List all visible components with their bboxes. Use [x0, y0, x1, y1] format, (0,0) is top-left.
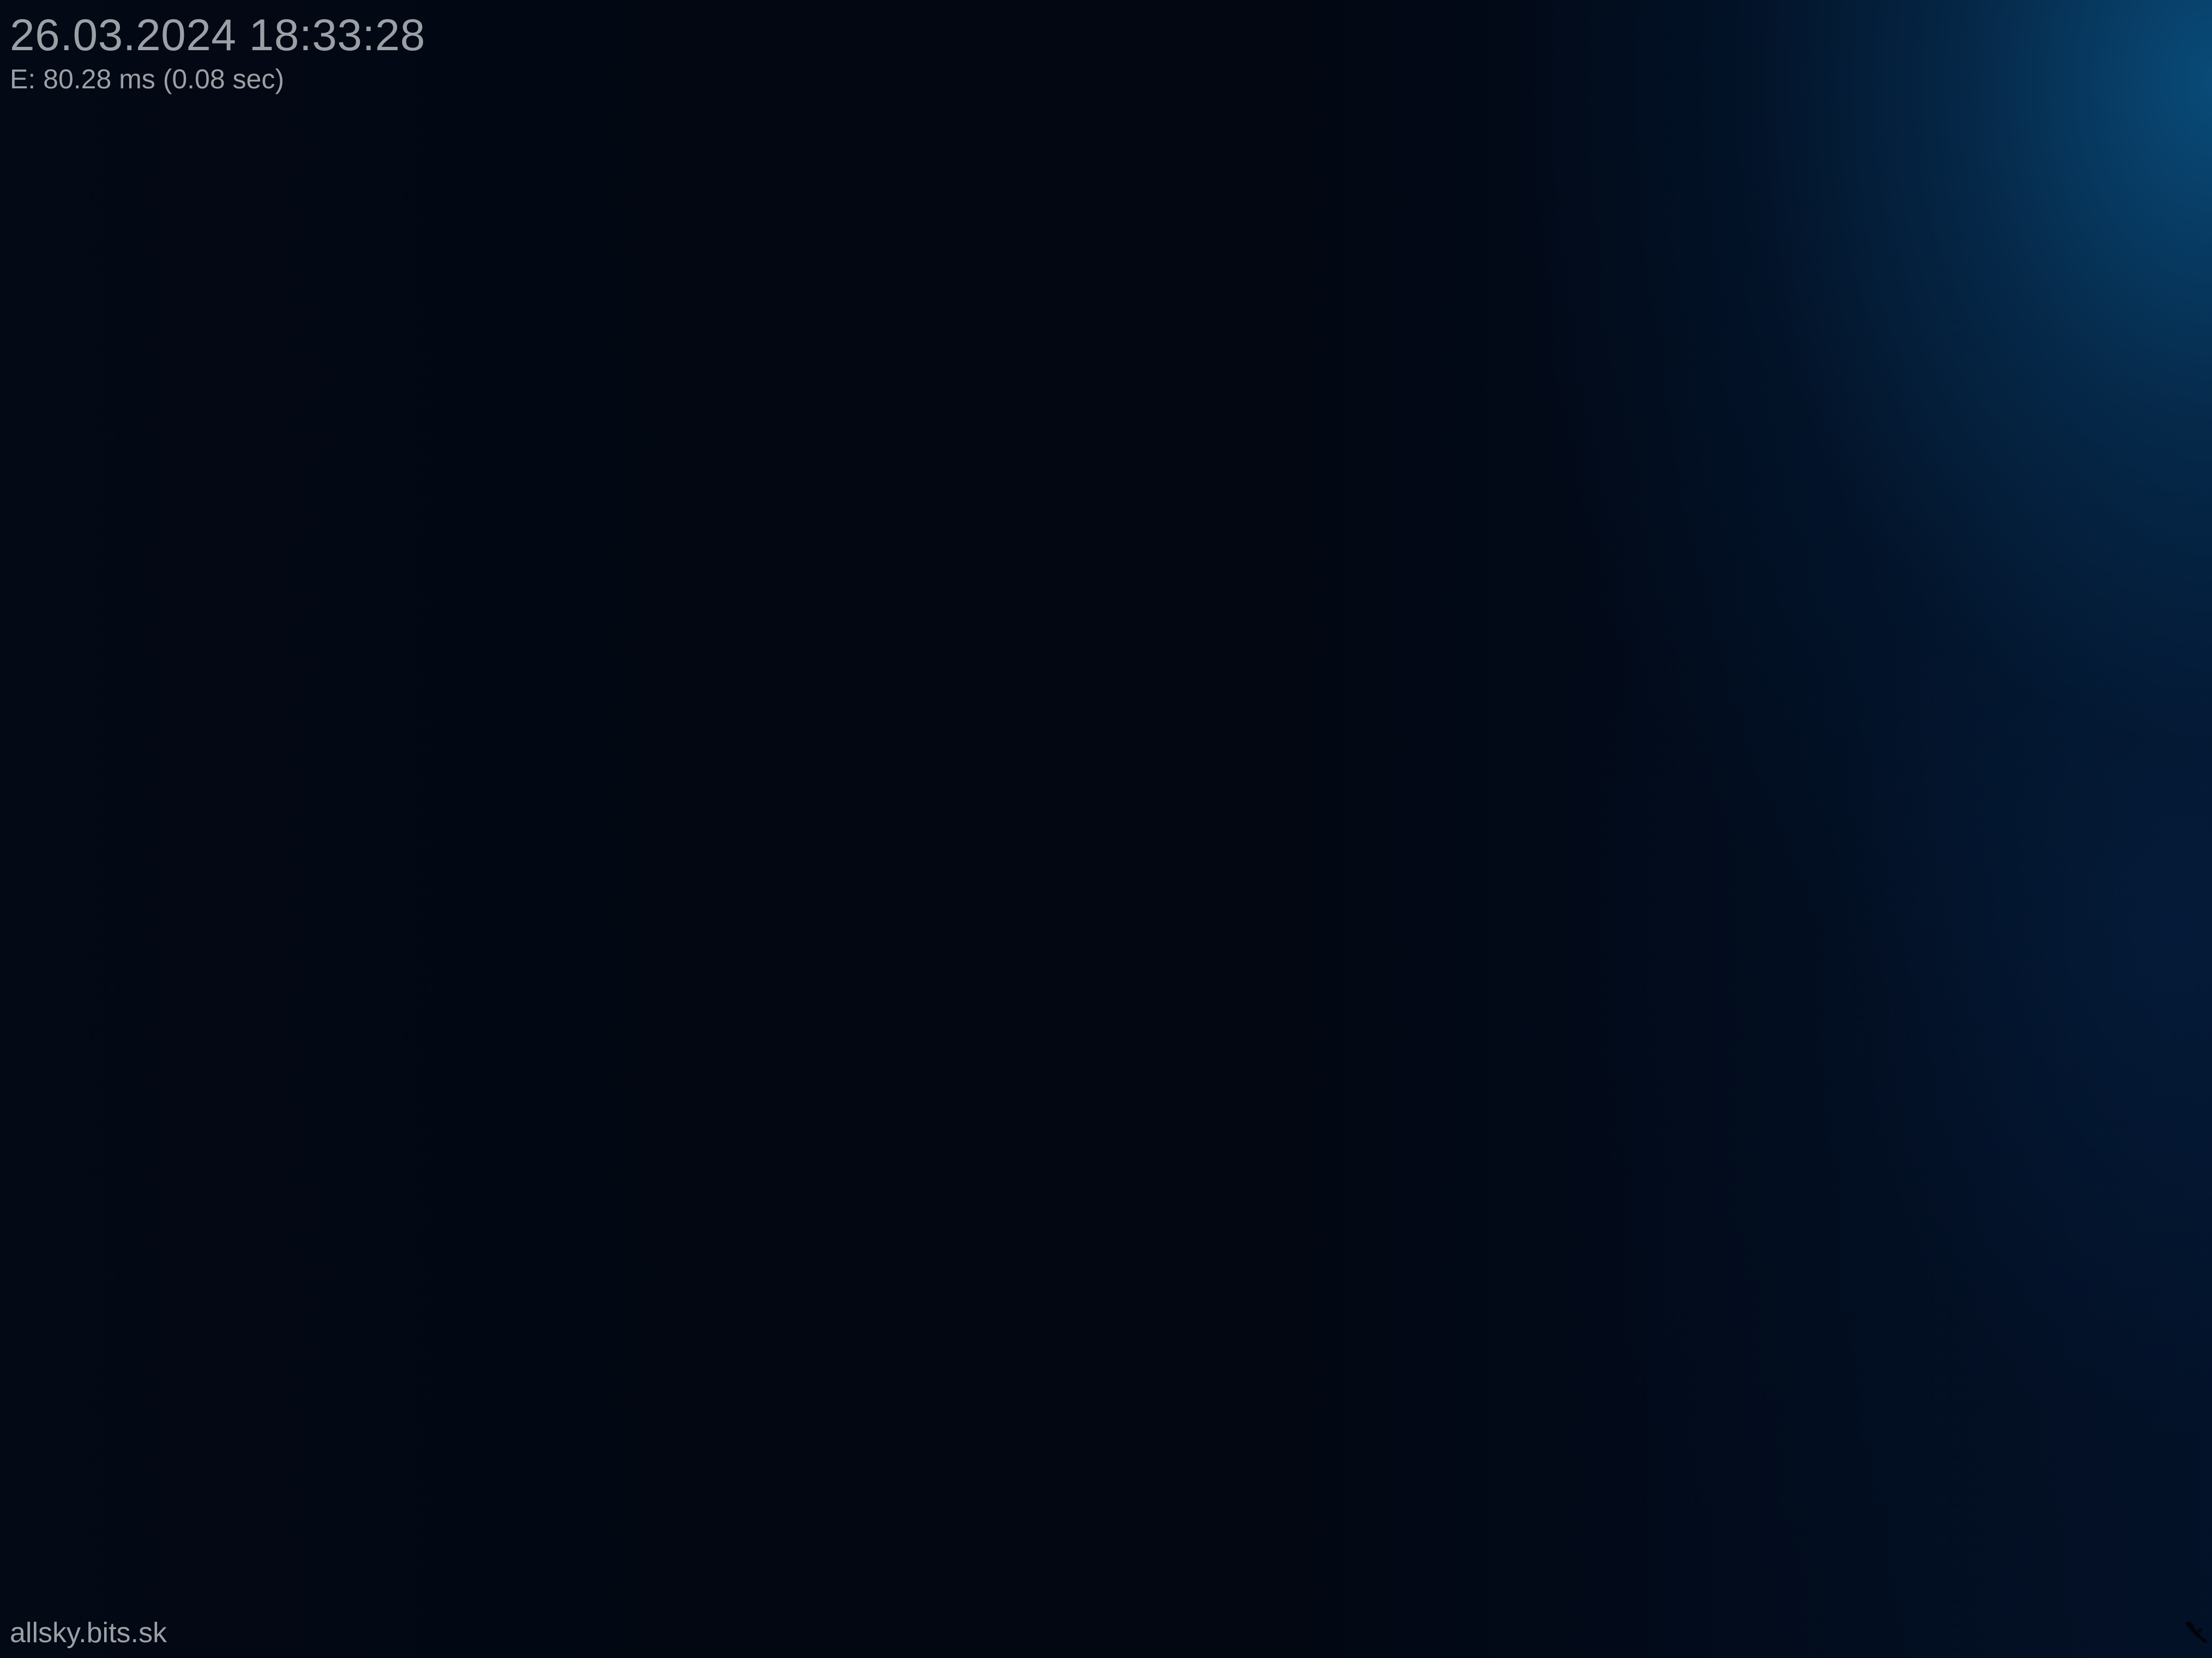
- capture-timestamp: 26.03.2024 18:33:28: [10, 10, 425, 60]
- bird-silhouette-icon: [2185, 1621, 2208, 1643]
- watermark-label: allsky.bits.sk: [10, 1617, 167, 1649]
- exposure-readout: E: 80.28 ms (0.08 sec): [10, 64, 285, 94]
- allsky-camera-image: 26.03.2024 18:33:28 E: 80.28 ms (0.08 se…: [0, 0, 2212, 1658]
